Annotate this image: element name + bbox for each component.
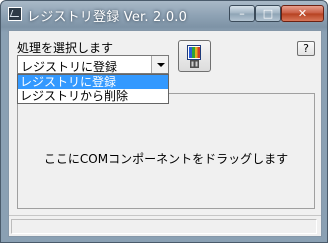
drop-target-area[interactable]: ここにCOMコンポーネントをドラッグします [17, 93, 315, 209]
operation-select-value: レジストリに登録 [21, 60, 118, 74]
close-button[interactable]: ✕ [281, 5, 324, 22]
status-bar [9, 215, 321, 236]
option-unregister[interactable]: レジストリから削除 [18, 89, 168, 103]
client-area: 処理を選択します レジストリに登録 レジストリに登録 レジストリから削除 ? こ… [8, 30, 322, 237]
maximize-button[interactable]: □ [255, 5, 281, 22]
chevron-down-icon[interactable] [151, 56, 168, 73]
help-button[interactable]: ? [297, 41, 315, 56]
app-icon [8, 7, 22, 21]
component-registry-icon [187, 45, 201, 68]
status-pane [11, 219, 317, 234]
register-component-button[interactable] [178, 40, 211, 72]
drop-instruction-text: ここにCOMコンポーネントをドラッグします [43, 152, 289, 166]
operation-dropdown-list: レジストリに登録 レジストリから削除 [17, 74, 169, 104]
operation-prompt: 処理を選択します [17, 41, 114, 55]
option-register[interactable]: レジストリに登録 [18, 75, 168, 89]
operation-select[interactable]: レジストリに登録 [17, 55, 169, 74]
main-window: レジストリ登録 Ver. 2.0.0 – □ ✕ 処理を選択します レジストリに… [0, 0, 328, 243]
window-title: レジストリ登録 Ver. 2.0.0 [27, 10, 188, 25]
minimize-button[interactable]: – [229, 5, 255, 22]
